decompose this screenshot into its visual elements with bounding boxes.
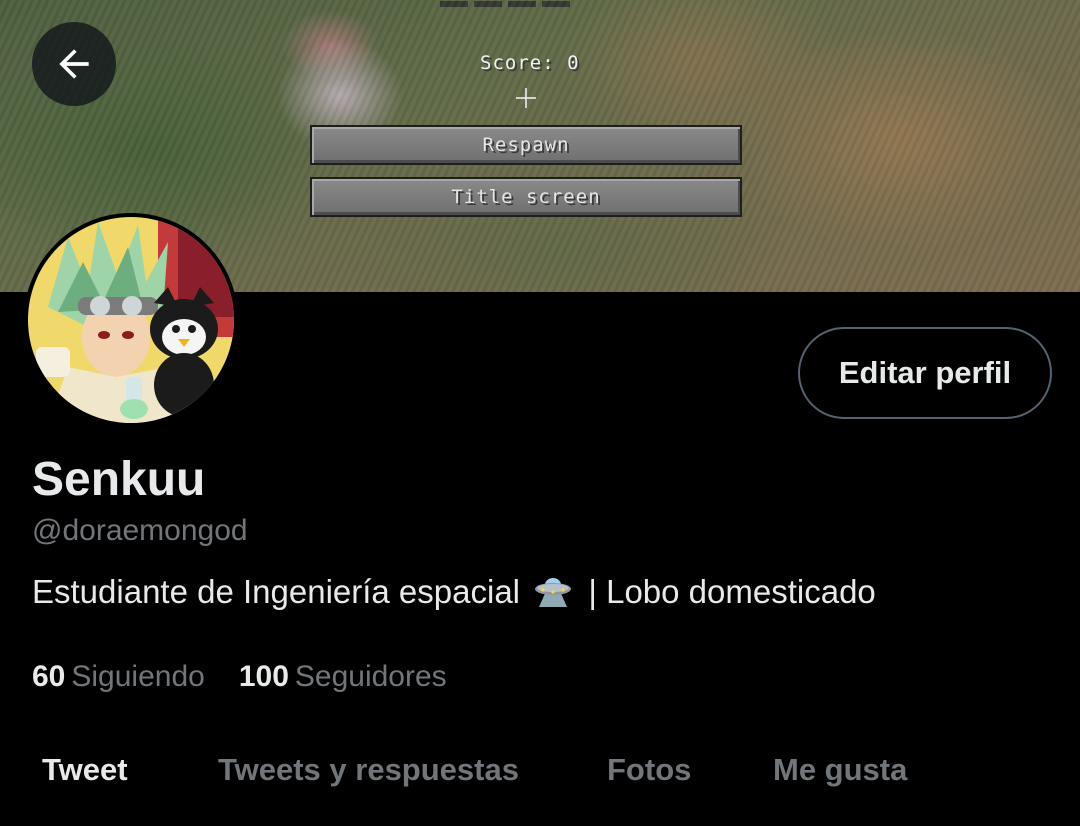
following-count: 60 [32,660,66,693]
following-label: Siguiendo [71,660,205,693]
back-button[interactable] [32,22,116,106]
tab-likes[interactable]: Me gusta [773,740,907,800]
tab-photos[interactable]: Fotos [607,740,691,800]
arrow-left-icon [59,49,89,79]
tab-tweets-and-replies[interactable]: Tweets y respuestas [218,740,519,800]
profile-display-name: Senkuu [32,453,206,506]
profile-bio: Estudiante de Ingeniería espacial | Lobo… [32,571,876,617]
followers-label: Seguidores [294,660,447,693]
followers-count: 100 [238,660,289,693]
followers-link[interactable]: 100 Seguidores [239,657,447,697]
avatar[interactable] [24,213,238,427]
profile-tabs: Tweet Tweets y respuestas Fotos Me gusta [0,740,1080,802]
bio-text-end: | Lobo domesticado [588,573,876,610]
game-respawn-button: Respawn [310,125,742,165]
avatar-image [28,217,234,423]
ufo-icon [533,573,573,617]
bio-text-start: Estudiante de Ingeniería espacial [32,573,521,610]
profile-handle: @doraemongod [32,514,248,547]
game-score-text: Score: 0 [480,52,580,74]
edit-profile-button[interactable]: Editar perfil [798,327,1052,419]
game-title-screen-button: Title screen [310,177,742,217]
profile-stats: 60 Siguiendo 100 Seguidores [32,657,481,697]
tab-tweets[interactable]: Tweet [42,740,128,800]
crosshair-icon [516,88,536,108]
following-link[interactable]: 60 Siguiendo [32,657,205,697]
game-header-fragment [440,0,620,7]
